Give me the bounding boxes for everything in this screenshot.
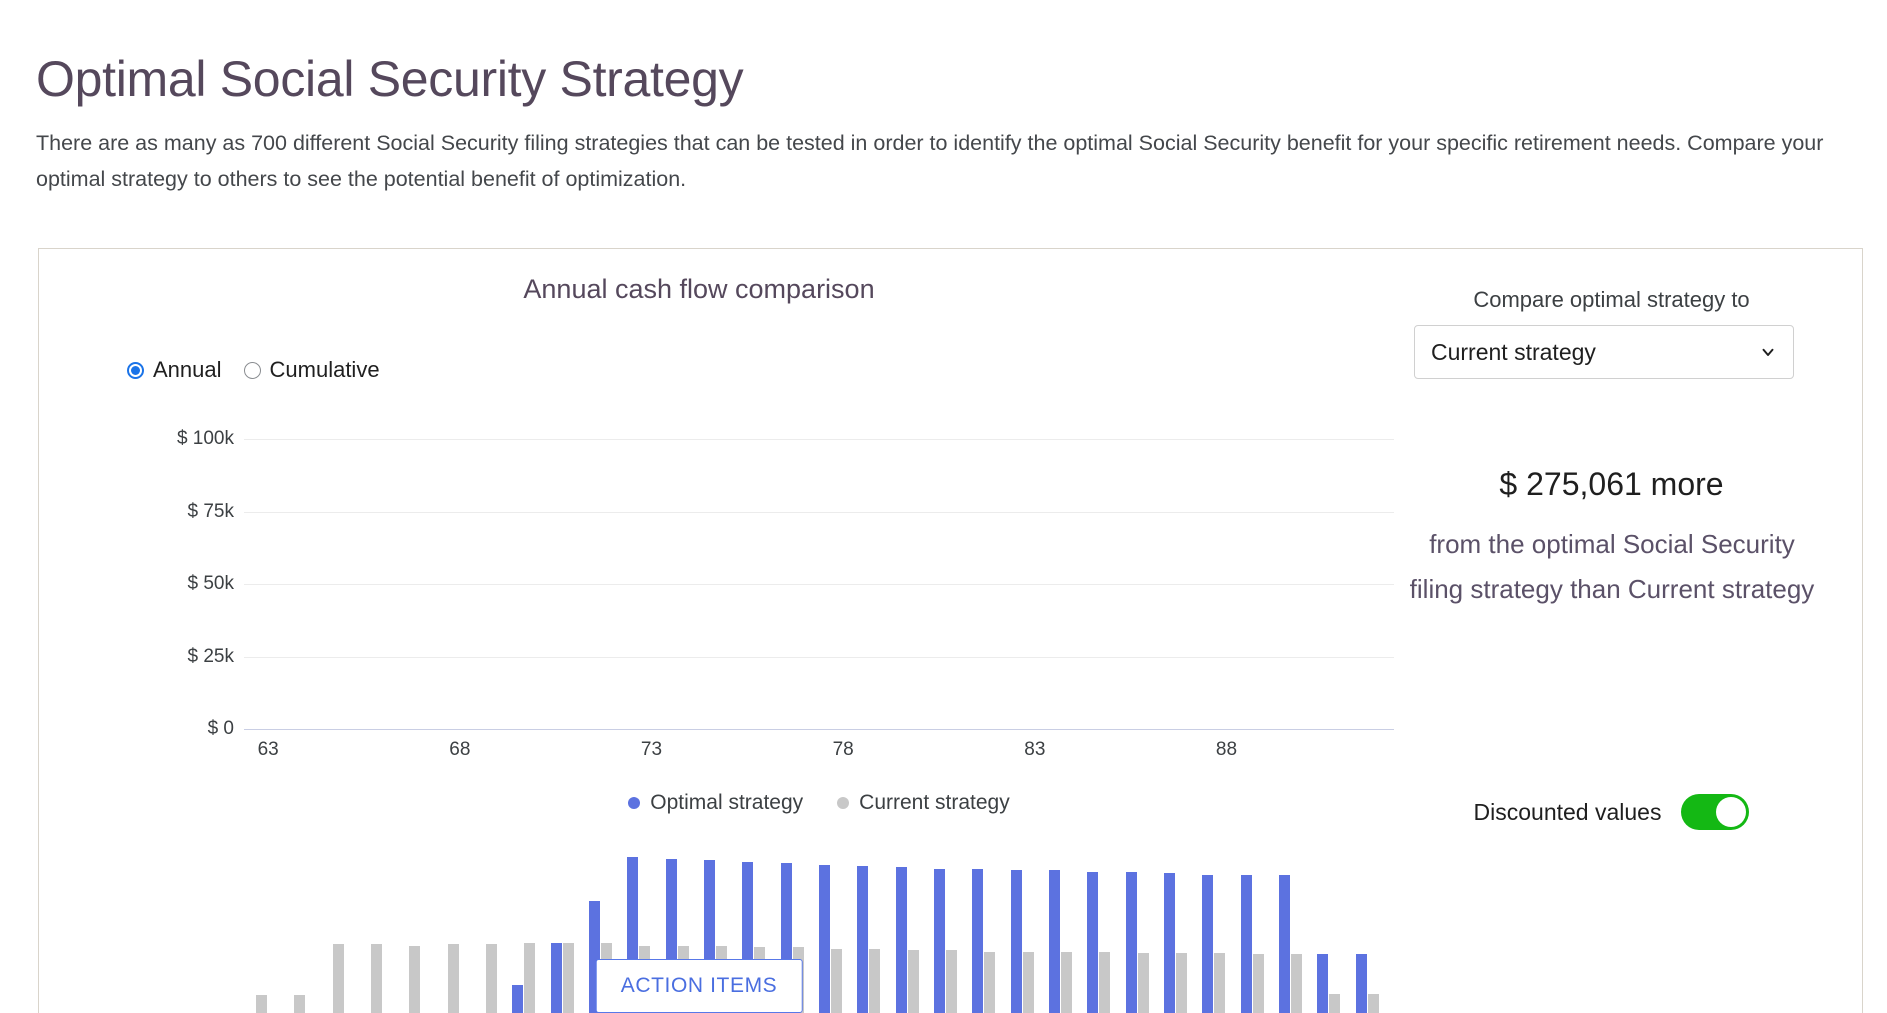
- discounted-values-row: Discounted values: [1359, 794, 1864, 830]
- bar-optimal: [1126, 872, 1137, 1013]
- benefit-amount: $ 275,061 more: [1359, 466, 1864, 503]
- bar-current: [1099, 952, 1110, 1013]
- gridline: [244, 729, 1394, 730]
- chart-gridlines: $ 0$ 25k$ 50k$ 75k$ 100k: [244, 439, 1394, 729]
- gridline: [244, 584, 1394, 585]
- x-axis-tick-label: 63: [258, 739, 279, 761]
- bar-current: [1138, 953, 1149, 1013]
- radio-option-annual[interactable]: Annual: [127, 357, 222, 383]
- bar-current: [371, 944, 382, 1013]
- bar-optimal: [1241, 875, 1252, 1013]
- gridline: [244, 439, 1394, 440]
- compare-label: Compare optimal strategy to: [1359, 287, 1864, 313]
- bar-optimal: [972, 869, 983, 1013]
- bar-optimal: [819, 865, 830, 1013]
- x-axis-tick-label: 73: [641, 739, 662, 761]
- bar-optimal: [1087, 872, 1098, 1013]
- bar-optimal: [1317, 954, 1328, 1013]
- legend-dot-optimal-icon: [628, 797, 640, 809]
- x-axis-tick-label: 68: [449, 739, 470, 761]
- legend-label-optimal: Optimal strategy: [650, 791, 803, 815]
- gridline: [244, 512, 1394, 513]
- chart-x-axis: 63 68 73 78 83 88: [244, 739, 1394, 769]
- bar-current: [448, 944, 459, 1013]
- bar-optimal: [857, 866, 868, 1013]
- bar-current: [486, 944, 497, 1013]
- toggle-knob: [1716, 797, 1746, 827]
- radio-annual-icon[interactable]: [127, 362, 144, 379]
- x-axis-tick-label: 83: [1024, 739, 1045, 761]
- comparison-panel: Compare optimal strategy to Current stra…: [1359, 249, 1864, 1013]
- compare-strategy-value: Current strategy: [1431, 339, 1759, 366]
- bar-current: [831, 949, 842, 1013]
- y-axis-tick-label: $ 50k: [188, 573, 234, 595]
- bar-current: [1023, 952, 1034, 1013]
- bar-optimal: [896, 867, 907, 1013]
- chart-title: Annual cash flow comparison: [39, 274, 1359, 305]
- chart-legend: Optimal strategy Current strategy: [244, 791, 1394, 815]
- gridline: [244, 657, 1394, 658]
- bar-current: [1253, 954, 1264, 1013]
- action-items-button[interactable]: ACTION ITEMS: [596, 959, 803, 1013]
- bar-optimal: [934, 869, 945, 1013]
- legend-item-optimal: Optimal strategy: [628, 791, 803, 815]
- radio-option-cumulative[interactable]: Cumulative: [244, 357, 380, 383]
- bar-current: [1291, 954, 1302, 1013]
- radio-cumulative-label: Cumulative: [270, 357, 380, 383]
- bar-optimal: [1011, 870, 1022, 1013]
- bar-optimal: [1164, 873, 1175, 1013]
- bar-chart: $ 0$ 25k$ 50k$ 75k$ 100k 63 68 73 78 83 88 Op…: [244, 439, 1394, 1013]
- bar-current: [946, 950, 957, 1013]
- bar-current: [524, 943, 535, 1013]
- bar-current: [869, 949, 880, 1013]
- bar-current: [908, 950, 919, 1013]
- benefit-description: from the optimal Social Security filing …: [1407, 522, 1817, 612]
- bar-optimal: [512, 985, 523, 1013]
- discounted-values-label: Discounted values: [1474, 799, 1662, 826]
- legend-dot-current-icon: [837, 797, 849, 809]
- page-description: There are as many as 700 different Socia…: [36, 125, 1862, 197]
- page-root: Optimal Social Security Strategy There a…: [0, 0, 1887, 1013]
- strategy-card: Annual cash flow comparison Annual Cumul…: [38, 248, 1863, 1013]
- bar-current: [1214, 953, 1225, 1013]
- legend-item-current: Current strategy: [837, 791, 1010, 815]
- x-axis-tick-label: 88: [1216, 739, 1237, 761]
- bar-current: [1176, 953, 1187, 1013]
- bar-current: [409, 946, 420, 1013]
- y-axis-tick-label: $ 100k: [177, 428, 234, 450]
- bar-current: [333, 944, 344, 1013]
- bar-current: [563, 943, 574, 1013]
- bar-optimal: [1279, 875, 1290, 1013]
- mode-radio-group: Annual Cumulative: [127, 357, 402, 383]
- bar-current: [294, 995, 305, 1013]
- bar-current: [256, 995, 267, 1013]
- bar-optimal: [1049, 870, 1060, 1013]
- bar-optimal: [1202, 875, 1213, 1013]
- y-axis-tick-label: $ 75k: [188, 501, 234, 523]
- y-axis-tick-label: $ 0: [208, 718, 234, 740]
- radio-cumulative-icon[interactable]: [244, 362, 261, 379]
- x-axis-tick-label: 78: [833, 739, 854, 761]
- compare-strategy-select[interactable]: Current strategy: [1414, 325, 1794, 379]
- page-title: Optimal Social Security Strategy: [36, 50, 743, 108]
- bar-current: [1329, 994, 1340, 1013]
- bar-current: [984, 952, 995, 1013]
- bar-current: [1061, 952, 1072, 1013]
- chart-column: Annual cash flow comparison Annual Cumul…: [39, 249, 1359, 1013]
- legend-label-current: Current strategy: [859, 791, 1010, 815]
- chevron-down-icon: [1759, 343, 1777, 361]
- discounted-values-toggle[interactable]: [1681, 794, 1749, 830]
- bar-optimal: [551, 943, 562, 1013]
- radio-annual-label: Annual: [153, 357, 222, 383]
- y-axis-tick-label: $ 25k: [188, 646, 234, 668]
